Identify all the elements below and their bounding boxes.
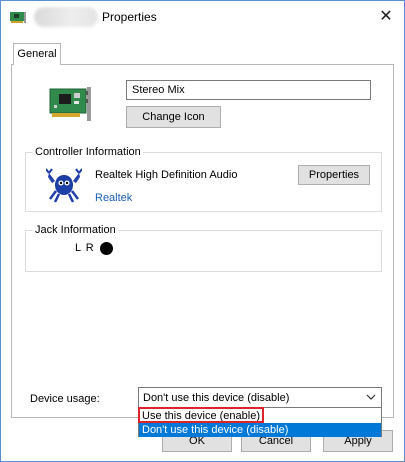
sound-card-icon: [49, 87, 91, 121]
tab-general[interactable]: General: [13, 43, 61, 65]
controller-properties-button[interactable]: Properties: [298, 165, 370, 185]
realtek-crab-icon: [46, 168, 82, 203]
close-button[interactable]: ✕: [375, 6, 397, 28]
controller-vendor: Realtek: [95, 192, 133, 204]
device-name-field[interactable]: Stereo Mix: [126, 80, 371, 100]
controller-information-label: Controller Information: [33, 146, 143, 158]
annotation-highlight-box: [138, 407, 264, 423]
window-title: Properties: [102, 10, 157, 24]
option-disable-device[interactable]: Don't use this device (disable): [139, 423, 381, 437]
device-usage-label: Device usage:: [30, 393, 100, 405]
sound-card-icon: [10, 12, 26, 23]
device-usage-select[interactable]: Don't use this device (disable): [138, 387, 382, 409]
blurred-device-name: [34, 7, 98, 27]
device-usage-selected-value: Don't use this device (disable): [143, 392, 290, 404]
jack-channels: L R: [75, 242, 95, 254]
close-icon: ✕: [379, 8, 393, 25]
chevron-down-icon: [366, 394, 376, 400]
change-icon-button[interactable]: Change Icon: [126, 106, 221, 128]
controller-name: Realtek High Definition Audio: [95, 169, 238, 181]
jack-color-dot: [100, 242, 113, 255]
title-bar[interactable]: Properties ✕: [1, 1, 404, 33]
properties-window: Properties ✕ General Stereo Mix Change I…: [0, 0, 405, 462]
jack-information-label: Jack Information: [33, 224, 118, 236]
